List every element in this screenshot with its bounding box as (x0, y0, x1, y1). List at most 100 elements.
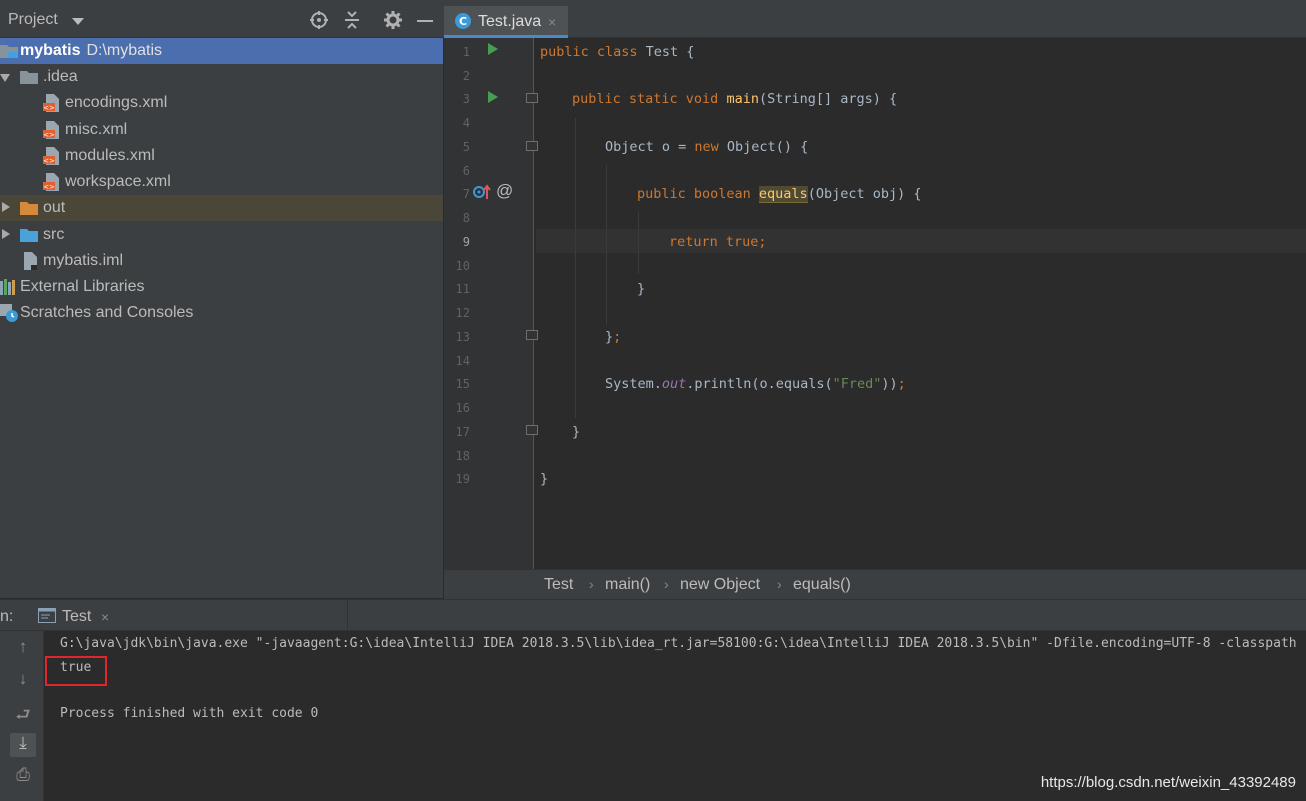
expand-arrow-icon[interactable] (2, 229, 10, 239)
tree-item-label: workspace.xml (65, 173, 171, 190)
java-class-icon: C (455, 13, 471, 29)
tree-item-mybatis-iml[interactable]: mybatis.iml (0, 248, 443, 274)
code-line[interactable]: } (540, 471, 548, 487)
line-number: 2 (462, 69, 470, 83)
scroll-to-end-icon[interactable]: ⤓ (10, 733, 36, 757)
scratches-icon (0, 304, 18, 322)
libraries-icon (0, 279, 15, 295)
line-number-active: 9 (462, 235, 470, 249)
indent-guide (638, 212, 639, 274)
tab-test-java[interactable]: C Test.java × (444, 6, 568, 38)
tab-run-test[interactable]: Test × (30, 600, 348, 631)
tree-item-misc[interactable]: <> misc.xml (0, 117, 443, 143)
project-panel: Project mybatis D:\mybatis .idea <> encod… (0, 0, 444, 598)
line-number: 16 (455, 401, 470, 415)
project-view-selector[interactable]: Project (8, 11, 58, 29)
code-line[interactable]: public class Test { (540, 44, 694, 60)
close-icon[interactable]: × (548, 14, 556, 30)
line-number: 13 (455, 330, 470, 344)
excluded-folder-icon (20, 202, 38, 215)
fold-icon[interactable] (526, 141, 538, 151)
breadcrumb-separator: › (777, 576, 782, 592)
code-line[interactable]: }; (605, 329, 621, 345)
tree-item-label: External Libraries (20, 278, 145, 295)
tree-item-scratches[interactable]: Scratches and Consoles (0, 300, 443, 326)
console-command-line: G:\java\jdk\bin\java.exe "-javaagent:G:\… (60, 636, 1297, 651)
run-tab-label: Test (62, 608, 92, 625)
line-number: 18 (455, 449, 470, 463)
line-number: 19 (455, 472, 470, 486)
code-line[interactable]: } (637, 281, 645, 297)
tree-item-label: out (43, 199, 66, 216)
line-number: 10 (455, 259, 470, 273)
tree-item-idea[interactable]: .idea (0, 64, 443, 90)
soft-wrap-icon[interactable]: ⮐ (10, 702, 36, 726)
run-class-icon[interactable] (488, 43, 498, 55)
tree-item-workspace[interactable]: <> workspace.xml (0, 169, 443, 195)
indent-guide (575, 118, 576, 418)
line-number: 3 (462, 92, 470, 106)
module-folder-icon (0, 45, 18, 58)
tree-item-label: modules.xml (65, 147, 155, 164)
annotation-icon[interactable]: @ (496, 181, 513, 201)
tab-label: Test.java (478, 13, 542, 30)
folder-icon (20, 71, 38, 84)
line-number: 5 (462, 140, 470, 154)
run-panel-header: n: Test × (0, 599, 1306, 631)
print-icon[interactable]: ⎙ (10, 765, 36, 789)
line-number: 8 (462, 211, 470, 225)
tree-item-label: mybatis.iml (43, 252, 124, 269)
xml-file-icon: <> (43, 94, 59, 112)
expand-arrow-icon[interactable] (2, 202, 10, 212)
chevron-down-icon[interactable] (72, 18, 84, 25)
code-line[interactable]: System.out.println(o.equals("Fred")); (605, 376, 906, 392)
expand-arrow-icon[interactable] (0, 74, 10, 82)
breadcrumb-item[interactable]: Test (544, 576, 573, 594)
iml-file-icon (24, 252, 37, 270)
xml-file-icon: <> (43, 173, 59, 191)
down-arrow-icon[interactable]: ↓ (10, 669, 36, 693)
breadcrumb-item[interactable]: equals() (793, 576, 851, 594)
source-folder-icon (20, 229, 38, 242)
breadcrumb-separator: › (589, 576, 594, 592)
tree-item-mybatis[interactable]: mybatis D:\mybatis (0, 38, 443, 64)
fold-icon[interactable] (526, 425, 538, 435)
xml-file-icon: <> (43, 147, 59, 165)
code-line-current[interactable]: return true; (669, 234, 767, 250)
tree-item-external-libraries[interactable]: External Libraries (0, 274, 443, 300)
tree-item-label: src (43, 226, 65, 243)
code-line[interactable]: } (572, 424, 580, 440)
tree-item-out[interactable]: out (0, 195, 443, 221)
breadcrumb-item[interactable]: new Object (680, 576, 760, 594)
locate-icon[interactable] (309, 10, 329, 30)
close-icon[interactable]: × (101, 609, 109, 625)
line-number: 17 (455, 425, 470, 439)
code-line[interactable]: public boolean equals(Object obj) { (637, 186, 922, 203)
run-main-icon[interactable] (488, 91, 498, 103)
svg-text:<>: <> (43, 157, 55, 165)
project-panel-header: Project (0, 0, 444, 38)
up-arrow-icon[interactable]: ↑ (10, 637, 36, 661)
run-panel-title: n: (0, 608, 14, 625)
tree-item-encodings[interactable]: <> encodings.xml (0, 90, 443, 116)
override-icon[interactable] (473, 184, 491, 200)
code-line[interactable]: public static void main(String[] args) { (572, 91, 897, 107)
code-editor[interactable] (535, 38, 1306, 569)
tree-item-path: D:\mybatis (86, 42, 163, 59)
tree-item-src[interactable]: src (0, 222, 443, 248)
line-number: 12 (455, 306, 470, 320)
code-line[interactable]: Object o = new Object() { (605, 139, 808, 155)
tree-item-modules[interactable]: <> modules.xml (0, 143, 443, 169)
gear-icon[interactable] (383, 10, 403, 30)
line-number: 7 (462, 187, 470, 201)
editor-tab-bar: C Test.java × (444, 0, 1306, 38)
console-icon (38, 608, 56, 623)
line-number: 6 (462, 164, 470, 178)
fold-icon[interactable] (526, 330, 538, 340)
line-number: 15 (455, 377, 470, 391)
current-line-highlight (536, 229, 1306, 253)
collapse-icon[interactable] (342, 10, 362, 30)
minimize-icon[interactable] (415, 10, 435, 30)
breadcrumb-item[interactable]: main() (605, 576, 650, 594)
fold-icon[interactable] (526, 93, 538, 103)
